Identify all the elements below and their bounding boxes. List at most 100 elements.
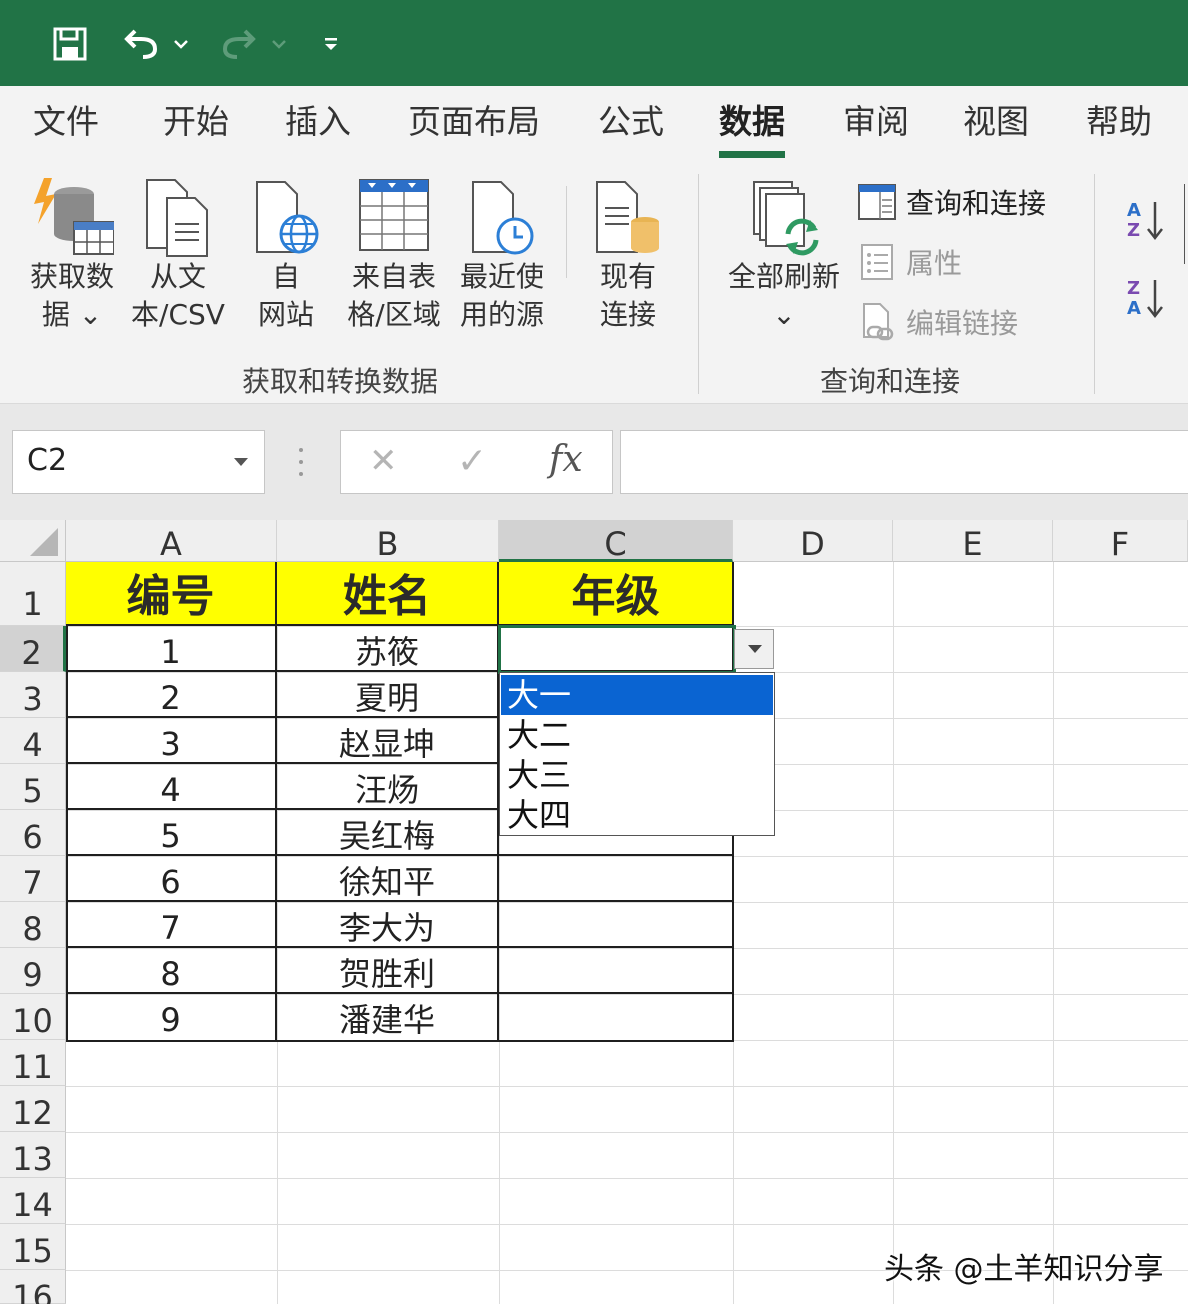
title-bar bbox=[0, 0, 1188, 86]
row-header[interactable]: 11 bbox=[0, 1040, 66, 1086]
header-cell-grade[interactable]: 年级 bbox=[499, 562, 734, 626]
row-header[interactable]: 9 bbox=[0, 948, 66, 994]
table-cell[interactable] bbox=[499, 902, 734, 948]
insert-function-button[interactable]: fx bbox=[549, 439, 583, 480]
grip-dots-icon[interactable] bbox=[296, 444, 306, 480]
header-cell-name[interactable]: 姓名 bbox=[277, 562, 499, 626]
ribbon-separator bbox=[566, 186, 567, 278]
name-box[interactable]: C2 bbox=[12, 430, 265, 494]
redo-button[interactable] bbox=[214, 18, 264, 70]
table-cell[interactable]: 汪炀 bbox=[277, 764, 499, 810]
row-header[interactable]: 2 bbox=[0, 626, 66, 672]
row-header[interactable]: 1 bbox=[0, 562, 66, 626]
column-header-f[interactable]: F bbox=[1053, 520, 1188, 563]
existing-connections-label-2: 连接 bbox=[599, 298, 656, 331]
properties-button[interactable]: 属性 bbox=[858, 242, 962, 282]
customize-quick-access-button[interactable] bbox=[318, 18, 344, 70]
table-cell[interactable]: 2 bbox=[66, 672, 277, 718]
cell-dropdown-button[interactable] bbox=[734, 629, 774, 669]
tab-formulas[interactable]: 公式 bbox=[598, 100, 664, 150]
table-cell[interactable]: 夏明 bbox=[277, 672, 499, 718]
table-cell[interactable]: 3 bbox=[66, 718, 277, 764]
refresh-all-dropdown[interactable]: ⌄ bbox=[720, 296, 848, 334]
column-header-d[interactable]: D bbox=[733, 520, 893, 563]
table-icon bbox=[359, 179, 429, 251]
table-cell[interactable] bbox=[499, 948, 734, 994]
table-cell[interactable] bbox=[499, 856, 734, 902]
dropdown-item[interactable]: 大一 bbox=[501, 675, 773, 715]
tab-help[interactable]: 帮助 bbox=[1086, 100, 1152, 150]
column-header-a[interactable]: A bbox=[66, 520, 277, 563]
dropdown-item[interactable]: 大二 bbox=[501, 715, 773, 755]
undo-button[interactable] bbox=[116, 18, 166, 70]
header-cell-id[interactable]: 编号 bbox=[66, 562, 277, 626]
row-header[interactable]: 15 bbox=[0, 1224, 66, 1270]
ribbon-right-edge bbox=[1184, 184, 1185, 264]
dropdown-item[interactable]: 大三 bbox=[501, 755, 773, 795]
redo-dropdown[interactable] bbox=[268, 18, 290, 70]
table-cell[interactable]: 吴红梅 bbox=[277, 810, 499, 856]
get-data-label-2: 据 ⌄ bbox=[41, 298, 103, 331]
tab-page-layout[interactable]: 页面布局 bbox=[408, 100, 540, 150]
select-all-corner[interactable] bbox=[0, 520, 66, 562]
tab-view[interactable]: 视图 bbox=[963, 100, 1029, 150]
tab-data[interactable]: 数据 bbox=[719, 100, 785, 158]
table-cell[interactable]: 苏筱 bbox=[277, 626, 499, 672]
save-button[interactable] bbox=[48, 18, 92, 70]
table-cell[interactable] bbox=[499, 994, 734, 1042]
table-cell[interactable]: 贺胜利 bbox=[277, 948, 499, 994]
row-header[interactable]: 16 bbox=[0, 1270, 66, 1304]
chevron-down-icon[interactable] bbox=[234, 458, 248, 466]
row-header[interactable]: 14 bbox=[0, 1178, 66, 1224]
get-data-button[interactable]: 获取数 据 ⌄ bbox=[24, 174, 120, 334]
row-header[interactable]: 6 bbox=[0, 810, 66, 856]
tab-file[interactable]: 文件 bbox=[33, 100, 99, 150]
connections-icon bbox=[596, 181, 659, 253]
undo-dropdown[interactable] bbox=[170, 18, 192, 70]
table-cell[interactable]: 徐知平 bbox=[277, 856, 499, 902]
tab-home[interactable]: 开始 bbox=[163, 100, 229, 150]
table-cell[interactable]: 1 bbox=[66, 626, 277, 672]
active-cell-c2[interactable] bbox=[498, 625, 736, 674]
from-table-range-button[interactable]: 来自表 格/区域 bbox=[340, 178, 448, 334]
row-header[interactable]: 8 bbox=[0, 902, 66, 948]
table-cell[interactable]: 7 bbox=[66, 902, 277, 948]
table-cell[interactable]: 潘建华 bbox=[277, 994, 499, 1042]
row-header[interactable]: 13 bbox=[0, 1132, 66, 1178]
column-header-e[interactable]: E bbox=[893, 520, 1053, 563]
formula-input[interactable] bbox=[620, 430, 1188, 494]
table-cell[interactable]: 5 bbox=[66, 810, 277, 856]
row-header[interactable]: 5 bbox=[0, 764, 66, 810]
cancel-button[interactable]: ✕ bbox=[369, 441, 398, 481]
from-text-label-2: 本/CSV bbox=[131, 298, 225, 331]
customize-icon bbox=[325, 38, 337, 50]
sort-descending-button[interactable]: Z A bbox=[1120, 276, 1170, 320]
row-header[interactable]: 3 bbox=[0, 672, 66, 718]
row-header[interactable]: 12 bbox=[0, 1086, 66, 1132]
column-header-b[interactable]: B bbox=[277, 520, 499, 563]
tab-insert[interactable]: 插入 bbox=[285, 100, 351, 150]
recent-sources-button[interactable]: 最近使 用的源 bbox=[452, 178, 552, 334]
from-web-button[interactable]: 自 网站 bbox=[250, 178, 322, 334]
table-cell[interactable]: 赵显坤 bbox=[277, 718, 499, 764]
row-header[interactable]: 10 bbox=[0, 994, 66, 1040]
queries-connections-button[interactable]: 查询和连接 bbox=[858, 182, 1046, 222]
table-cell[interactable]: 4 bbox=[66, 764, 277, 810]
refresh-all-button[interactable]: 全部刷新 ⌄ bbox=[720, 178, 848, 334]
from-web-label-2: 网站 bbox=[257, 298, 314, 331]
tab-review[interactable]: 审阅 bbox=[843, 100, 909, 150]
from-text-csv-button[interactable]: 从文 本/CSV bbox=[124, 178, 232, 334]
column-header-c[interactable]: C bbox=[499, 520, 733, 563]
table-cell[interactable]: 8 bbox=[66, 948, 277, 994]
row-header[interactable]: 7 bbox=[0, 856, 66, 902]
sort-ascending-button[interactable]: A Z bbox=[1120, 198, 1170, 242]
table-cell[interactable]: 李大为 bbox=[277, 902, 499, 948]
edit-links-button[interactable]: 编辑链接 bbox=[858, 302, 1018, 342]
save-icon bbox=[53, 27, 87, 61]
table-cell[interactable]: 6 bbox=[66, 856, 277, 902]
row-header[interactable]: 4 bbox=[0, 718, 66, 764]
enter-button[interactable]: ✓ bbox=[457, 441, 487, 482]
existing-connections-button[interactable]: 现有 连接 bbox=[586, 178, 670, 334]
table-cell[interactable]: 9 bbox=[66, 994, 277, 1042]
dropdown-item[interactable]: 大四 bbox=[501, 795, 773, 835]
